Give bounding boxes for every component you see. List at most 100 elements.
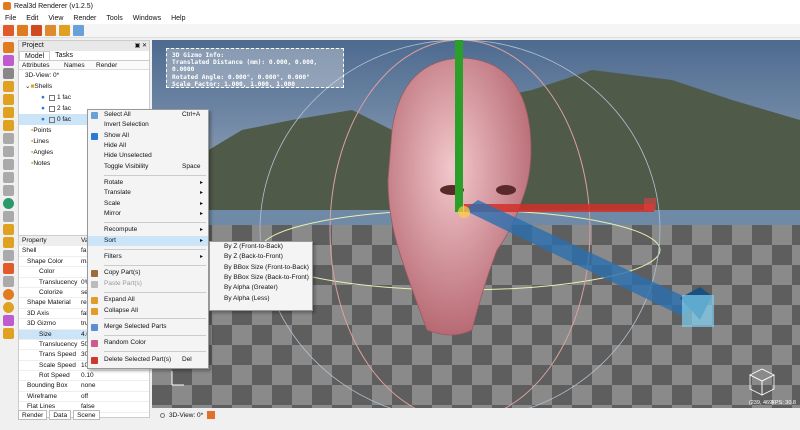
eye-icon[interactable]: ● [41,103,45,114]
arrow-tool-icon[interactable] [3,68,14,79]
menu-item-merge-selected-parts[interactable]: Merge Selected Parts [88,322,208,332]
menu-help[interactable]: Help [166,15,190,22]
menu-item-expand-all[interactable]: Expand All [88,295,208,305]
menu-item-copy-part-s[interactable]: Copy Part(s) [88,268,208,278]
menu-label: Show All [104,131,129,139]
panel-close-icon[interactable]: ▣ ✕ [135,41,149,51]
sphere-tool-icon[interactable] [3,198,14,209]
checkbox[interactable] [48,105,55,112]
color-tool-icon[interactable] [3,263,14,274]
menu-item-delete-selected-part-s[interactable]: Delete Selected Part(s) Del [88,355,208,365]
sort-bbox-back-to-front[interactable]: By BBox Size (Back-to-Front) [210,273,312,283]
checkbox[interactable] [48,116,55,123]
tree-item-3dview[interactable]: 3D-View: 0* [19,70,149,81]
face-tool-icon[interactable] [3,224,14,235]
property-row[interactable]: Bounding Box none [19,381,149,392]
menu-item-scale[interactable]: Scale ▸ [88,199,208,209]
menu-item-filters[interactable]: Filters ▸ [88,252,208,262]
grid-tool-icon[interactable] [3,133,14,144]
menu-windows[interactable]: Windows [128,15,166,22]
menu-item-random-color[interactable]: Random Color [88,338,208,348]
menu-render[interactable]: Render [68,15,101,22]
open-icon[interactable] [17,25,28,36]
menu-item-translate[interactable]: Translate ▸ [88,188,208,198]
save-icon[interactable] [31,25,42,36]
column-attributes[interactable]: Attributes [19,61,61,69]
orbit-tool-icon[interactable] [3,289,14,300]
tab-data[interactable]: Data [49,410,72,420]
menu-icon [91,323,98,331]
eye-icon[interactable]: ● [41,92,45,103]
gizmo-info-rotate: Rotated Angle: 0.000°, 0.000°, 0.000° [172,73,310,81]
right-eye [496,185,516,195]
sort-alpha-greater[interactable]: By Alpha (Greater) [210,283,312,293]
gizmo-center[interactable] [458,206,470,218]
sort-alpha-less[interactable]: By Alpha (Less) [210,294,312,304]
mesh-tool-icon[interactable] [3,120,14,131]
menu-icon [91,340,98,348]
export-icon[interactable] [73,25,84,36]
menu-item-rotate[interactable]: Rotate ▸ [88,178,208,188]
sort-z-back-to-front[interactable]: By Z (Back-to-Front) [210,252,312,262]
layer-tool-icon[interactable] [3,159,14,170]
property-column[interactable]: Property [19,236,79,245]
sort-z-front-to-back[interactable]: By Z (Front-to-Back) [210,242,312,252]
tree-item-shell-1[interactable]: ● 1 fac [19,92,149,103]
menu-view[interactable]: View [43,15,68,22]
refresh-icon[interactable] [59,25,70,36]
column-names[interactable]: Names [61,61,93,69]
column-render[interactable]: Render [93,61,117,69]
import-icon[interactable] [45,25,56,36]
context-menu: Select All Ctrl+A Invert Selection Show All… [87,109,209,369]
group-tool-icon[interactable] [3,237,14,248]
tab-tasks[interactable]: Tasks [50,51,78,60]
property-row[interactable]: Rot Speed 0.10 [19,371,149,382]
menu-item-hide-unselected[interactable]: Hide Unselected [88,151,208,161]
tab-model[interactable]: Model [19,51,51,60]
edge-tool-icon[interactable] [3,185,14,196]
menu-item-mirror[interactable]: Mirror ▸ [88,209,208,219]
menu-item-paste-part-s[interactable]: Paste Part(s) [88,279,208,289]
menu-label: Translate [104,189,131,197]
wire-tool-icon[interactable] [3,172,14,183]
measure-tool-icon[interactable] [3,250,14,261]
menu-label: Hide Unselected [104,152,152,160]
box-tool-icon[interactable] [3,94,14,105]
menu-file[interactable]: File [0,15,21,22]
material-tool-icon[interactable] [3,315,14,326]
node-tool-icon[interactable] [3,211,14,222]
close-tab-icon[interactable] [207,411,216,419]
y-axis-arrow[interactable] [455,40,463,212]
eye-icon[interactable]: ● [41,114,45,125]
menu-item-hide-all[interactable]: Hide All [88,141,208,151]
menu-item-select-all[interactable]: Select All Ctrl+A [88,110,208,120]
tab-scene[interactable]: Scene [73,410,100,420]
menu-item-recompute[interactable]: Recompute ▸ [88,225,208,235]
menu-tools[interactable]: Tools [101,15,127,22]
light-tool-icon[interactable] [3,302,14,313]
3d-viewport[interactable]: 3D Gizmo Info: Translated Distance (mm):… [152,40,800,408]
z-axis-handle[interactable] [682,295,714,327]
viewport-tab[interactable]: 3D-View: 0* [169,412,203,419]
sort-bbox-front-to-back[interactable]: By BBox Size (Front-to-Back) [210,263,312,273]
menu-item-show-all[interactable]: Show All [88,131,208,141]
x-axis-handle[interactable] [644,198,656,210]
menu-item-invert-selection[interactable]: Invert Selection [88,120,208,130]
cube-tool-icon[interactable] [3,81,14,92]
checkbox[interactable] [48,94,55,101]
menu-edit[interactable]: Edit [21,15,43,22]
shape-tool-icon[interactable] [3,107,14,118]
menu-item-toggle-visibility[interactable]: Toggle Visibility Space [88,162,208,172]
plane-tool-icon[interactable] [3,146,14,157]
menu-item-sort[interactable]: Sort ▸ [88,235,208,247]
menu-item-collapse-all[interactable]: Collapse All [88,306,208,316]
hex-tool-icon[interactable] [3,328,14,339]
new-icon[interactable] [3,25,14,36]
tab-render[interactable]: Render [18,410,48,420]
property-row[interactable]: Wireframe off [19,392,149,403]
tag-tool-icon[interactable] [3,276,14,287]
triangle-tool-icon[interactable] [3,55,14,66]
menu-icon [91,307,98,315]
select-tool-icon[interactable] [3,42,14,53]
tree-item-shells[interactable]: ⌄ ■ Shells [19,81,149,92]
